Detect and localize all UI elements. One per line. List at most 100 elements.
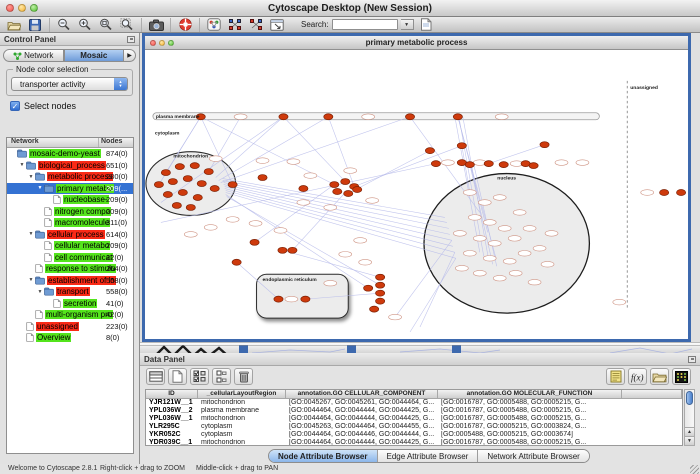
- tree-row[interactable]: Overview8(0): [7, 332, 133, 344]
- attribute-table-icon[interactable]: [146, 368, 165, 385]
- matrix-view-icon[interactable]: [672, 368, 691, 385]
- table-row[interactable]: YDR039C__1mitochondrion[GO:0044464, GO:0…: [146, 438, 682, 446]
- tree-row-node-count: 223(0): [106, 322, 128, 331]
- expand-triangle-icon[interactable]: ▼: [27, 277, 35, 283]
- zoom-fit-icon[interactable]: [98, 18, 114, 31]
- vizmapper-icon[interactable]: [206, 18, 222, 31]
- tree-row[interactable]: ▼primary metabo209(...: [7, 183, 133, 195]
- tree-row[interactable]: ▼metabolic process280(0): [7, 171, 133, 183]
- tree-row[interactable]: nucleobase-209(0): [7, 194, 133, 206]
- expand-triangle-icon[interactable]: ▼: [27, 174, 35, 180]
- network-canvas[interactable]: plasma membranecytoplasmmitochondrionnuc…: [145, 50, 688, 338]
- snapshot-icon[interactable]: [148, 18, 164, 31]
- unselect-attributes-icon[interactable]: [212, 368, 231, 385]
- node-label-oval: [234, 114, 247, 120]
- tree-row[interactable]: nitrogen compo209(0): [7, 206, 133, 218]
- gene-node: [370, 306, 379, 312]
- delete-attribute-icon[interactable]: [234, 368, 253, 385]
- import-annotation-icon[interactable]: [419, 18, 435, 31]
- tab-node-attribute-browser[interactable]: Node Attribute Browser: [269, 450, 378, 462]
- gene-node: [175, 164, 184, 170]
- tab-network[interactable]: Network: [3, 49, 64, 62]
- expand-triangle-icon[interactable]: ▼: [36, 289, 44, 295]
- table-cell: [GO:0005488, GO:0005215, GO:0003674]: [438, 431, 622, 438]
- annotation-notes-icon[interactable]: [606, 368, 625, 385]
- node-label-oval: [324, 205, 337, 211]
- background-windows-strip[interactable]: [140, 342, 700, 353]
- tree-row[interactable]: secretion41(0): [7, 298, 133, 310]
- expand-triangle-icon[interactable]: ▼: [36, 185, 44, 191]
- overview-window-edge: [155, 346, 228, 353]
- expand-triangle-icon[interactable]: ▼: [18, 162, 26, 168]
- node-label-oval: [555, 160, 568, 166]
- zoom-out-icon[interactable]: [56, 18, 72, 31]
- tree-row[interactable]: ▼establishment of lo558(0): [7, 275, 133, 287]
- tree-row-label: cellular metabo: [54, 241, 110, 250]
- tree-row[interactable]: response to stimulu264(0): [7, 263, 133, 275]
- tree-row[interactable]: cell communicat22(0): [7, 252, 133, 264]
- network-graph[interactable]: plasma membranecytoplasmmitochondrionnuc…: [145, 50, 688, 338]
- tree-row[interactable]: mosaic-demo-yeast874(0): [7, 148, 133, 160]
- float-data-panel-icon[interactable]: [688, 356, 696, 363]
- tree-row[interactable]: ▼biological_process651(0): [7, 160, 133, 172]
- table-row[interactable]: YPL036W__1mitochondrion[GO:0044464, GO:0…: [146, 415, 682, 423]
- new-attribute-icon[interactable]: [168, 368, 187, 385]
- search-dropdown-button[interactable]: ▼: [401, 19, 414, 30]
- zoom-selected-icon[interactable]: [119, 18, 135, 31]
- table-row[interactable]: YKR052Ccytoplasm[GO:0044464, GO:0044446,…: [146, 431, 682, 439]
- gene-node: [190, 163, 199, 169]
- tab-edge-attribute-browser[interactable]: Edge Attribute Browser: [378, 450, 479, 462]
- scroll-up-button[interactable]: ▲: [685, 427, 694, 436]
- tree-row[interactable]: multi-organism pro42(0): [7, 309, 133, 321]
- table-row[interactable]: YJR121W__1mitochondrion[GO:0045267, GO:0…: [146, 399, 682, 407]
- table-scrollbar[interactable]: ▲ ▼: [684, 389, 695, 446]
- gene-node: [499, 162, 508, 168]
- tree-row[interactable]: cellular metabo209(0): [7, 240, 133, 252]
- tab-mosaic[interactable]: Mosaic: [64, 49, 125, 62]
- tree-column-network[interactable]: Network: [7, 138, 99, 147]
- attribute-browser-icon[interactable]: [269, 18, 285, 31]
- node-label-oval: [366, 198, 379, 204]
- expand-triangle-icon[interactable]: ▼: [27, 231, 35, 237]
- help-icon[interactable]: [177, 18, 193, 31]
- scrollbar-thumb[interactable]: [686, 391, 693, 405]
- resize-grip[interactable]: [690, 465, 699, 474]
- column-header[interactable]: annotation.GO MOLECULAR_FUNCTION: [438, 390, 622, 399]
- column-header[interactable]: annotation.GO CELLULAR_COMPONENT: [286, 390, 438, 399]
- open-file-icon[interactable]: [6, 18, 22, 31]
- tab-network-attribute-browser[interactable]: Network Attribute Browser: [478, 450, 588, 462]
- table-row[interactable]: YLR295Ccytoplasm[GO:0045263, GO:0044464,…: [146, 423, 682, 431]
- tree-row-label: cellular process: [47, 230, 105, 239]
- node-color-dropdown[interactable]: transporter activity ▲▼: [11, 77, 128, 91]
- network-leaf-icon: [44, 241, 52, 250]
- column-header[interactable]: _cellularLayoutRegion: [198, 390, 286, 399]
- column-header[interactable]: [622, 390, 682, 399]
- node-label-oval: [528, 279, 541, 285]
- select-attributes-icon[interactable]: [190, 368, 209, 385]
- save-icon[interactable]: [27, 18, 43, 31]
- gene-node: [333, 189, 342, 195]
- scroll-down-button[interactable]: ▼: [685, 436, 694, 445]
- table-cell: YLR295C: [146, 423, 198, 430]
- table-row[interactable]: YPL036W__2plasma membrane[GO:0044464, GO…: [146, 407, 682, 415]
- search-input[interactable]: [332, 19, 398, 30]
- table-cell: [GO:0045263, GO:0044464, GO:0044455, G..…: [286, 423, 438, 430]
- tabs-overflow-button[interactable]: ▶: [124, 49, 136, 62]
- gene-node: [324, 114, 333, 120]
- tree-row[interactable]: macromolecule311(0): [7, 217, 133, 229]
- tree-row[interactable]: unassigned223(0): [7, 321, 133, 333]
- data-panel-toolbar: f(x): [140, 366, 700, 387]
- tree-row[interactable]: ▼transport558(0): [7, 286, 133, 298]
- select-nodes-graph-icon[interactable]: [227, 18, 243, 31]
- edge: [216, 117, 284, 178]
- deselect-nodes-graph-icon[interactable]: [248, 18, 264, 31]
- select-nodes-checkbox[interactable]: ✓: [10, 101, 20, 111]
- column-header[interactable]: ID: [146, 390, 198, 399]
- zoom-in-icon[interactable]: [77, 18, 93, 31]
- network-frame-titlebar[interactable]: primary metabolic process: [145, 36, 688, 50]
- tree-column-nodes[interactable]: Nodes: [99, 138, 133, 147]
- float-panel-icon[interactable]: [127, 36, 135, 43]
- load-attributes-icon[interactable]: [650, 368, 669, 385]
- attribute-equation-icon[interactable]: f(x): [628, 368, 647, 385]
- tree-row[interactable]: ▼cellular process614(0): [7, 229, 133, 241]
